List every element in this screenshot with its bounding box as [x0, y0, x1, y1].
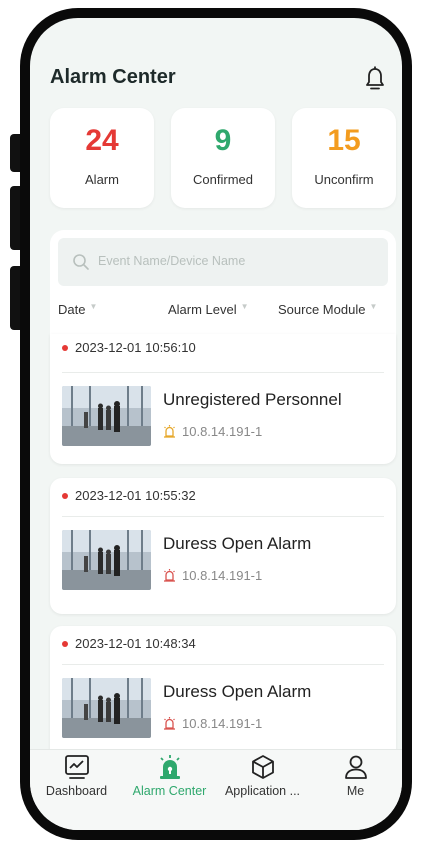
tab-label: Dashboard — [45, 784, 108, 798]
page-title: Alarm Center — [50, 66, 176, 88]
stat-value: 24 — [85, 124, 119, 157]
filter-source-label: Source Module — [278, 302, 366, 317]
bell-icon[interactable] — [364, 66, 386, 90]
event-source-text: 10.8.14.191-1 — [182, 568, 263, 583]
stat-card-unconfirm[interactable]: 15 Unconfirm — [292, 108, 396, 208]
event-source: 10.8.14.191-1 — [163, 568, 262, 583]
stats-row: 24 Alarm 9 Confirmed 15 Unconfirm — [50, 108, 396, 208]
search-placeholder: Event Name/Device Name — [98, 254, 246, 268]
user-icon — [344, 755, 367, 779]
event-name: Duress Open Alarm — [163, 682, 312, 701]
chevron-down-icon: ▼ — [369, 302, 378, 311]
alarm-light-icon — [159, 755, 180, 779]
alarm-card[interactable]: 2023-12-01 10:48:34 Duress Open Alarm 10… — [50, 626, 396, 762]
chevron-down-icon: ▼ — [240, 302, 249, 311]
phone-frame: Alarm Center 24 Alarm 9 Confirmed 15 Unc… — [20, 8, 412, 840]
cube-icon — [251, 755, 274, 779]
tab-application[interactable]: Application ... — [216, 754, 309, 798]
dashboard-icon — [64, 755, 89, 779]
filter-date-label: Date — [58, 302, 86, 317]
alarm-light-icon — [164, 569, 175, 582]
event-name: Unregistered Personnel — [163, 390, 342, 409]
app-screen: Alarm Center 24 Alarm 9 Confirmed 15 Unc… — [30, 18, 402, 830]
alarm-light-icon — [164, 717, 175, 730]
bottom-tab-bar: Dashboard Alarm Center Application ... M… — [30, 749, 402, 830]
alarm-light-icon — [164, 425, 175, 438]
event-source: 10.8.14.191-1 — [163, 424, 262, 439]
filter-panel: Event Name/Device Name Date ▼ Alarm Level… — [50, 230, 396, 340]
chevron-down-icon: ▼ — [89, 302, 98, 311]
alarm-time: 2023-12-01 10:48:34 — [62, 636, 196, 651]
divider — [62, 372, 384, 373]
tab-label: Alarm Center — [132, 784, 207, 798]
stat-label: Unconfirm — [314, 172, 374, 187]
filter-level-label: Alarm Level — [168, 302, 237, 317]
unread-dot — [62, 492, 68, 499]
alarm-time: 2023-12-01 10:55:32 — [62, 488, 196, 503]
stat-value: 9 — [214, 124, 232, 157]
alarm-time-text: 2023-12-01 10:55:32 — [75, 488, 196, 503]
stat-card-confirmed[interactable]: 9 Confirmed — [171, 108, 275, 208]
filter-bar: Date ▼ Alarm Level ▼ Source Module ▼ — [50, 302, 396, 324]
alarm-card[interactable]: 2023-12-01 10:55:32 Duress Open Alarm 10… — [50, 478, 396, 614]
tab-dashboard[interactable]: Dashboard — [30, 754, 123, 798]
event-source-text: 10.8.14.191-1 — [182, 424, 263, 439]
event-source: 10.8.14.191-1 — [163, 716, 262, 731]
tab-alarm-center[interactable]: Alarm Center — [123, 754, 216, 798]
unread-dot — [62, 640, 68, 647]
tab-me[interactable]: Me — [309, 754, 402, 798]
filter-date[interactable]: Date ▼ — [58, 302, 97, 317]
stat-value: 15 — [327, 124, 361, 157]
alarm-time-text: 2023-12-01 10:48:34 — [75, 636, 196, 651]
event-snapshot[interactable] — [62, 678, 151, 738]
filter-alarm-level[interactable]: Alarm Level ▼ — [168, 302, 249, 317]
tab-label: Application ... — [224, 784, 301, 798]
unread-dot — [62, 344, 68, 351]
filter-source-module[interactable]: Source Module ▼ — [278, 302, 377, 317]
search-icon — [73, 254, 89, 270]
stat-label: Alarm — [85, 172, 119, 187]
alarm-time: 2023-12-01 10:56:10 — [62, 340, 196, 355]
tab-label: Me — [346, 784, 365, 798]
alarm-time-text: 2023-12-01 10:56:10 — [75, 340, 196, 355]
event-snapshot[interactable] — [62, 386, 151, 446]
stat-label: Confirmed — [193, 172, 253, 187]
stat-card-alarm[interactable]: 24 Alarm — [50, 108, 154, 208]
event-name: Duress Open Alarm — [163, 534, 312, 553]
event-snapshot[interactable] — [62, 530, 151, 590]
search-input[interactable]: Event Name/Device Name — [58, 238, 388, 286]
alarm-card[interactable]: 2023-12-01 10:56:10 Unregistered Personn… — [50, 334, 396, 464]
event-source-text: 10.8.14.191-1 — [182, 716, 263, 731]
divider — [62, 516, 384, 517]
divider — [62, 664, 384, 665]
header: Alarm Center — [50, 62, 386, 92]
